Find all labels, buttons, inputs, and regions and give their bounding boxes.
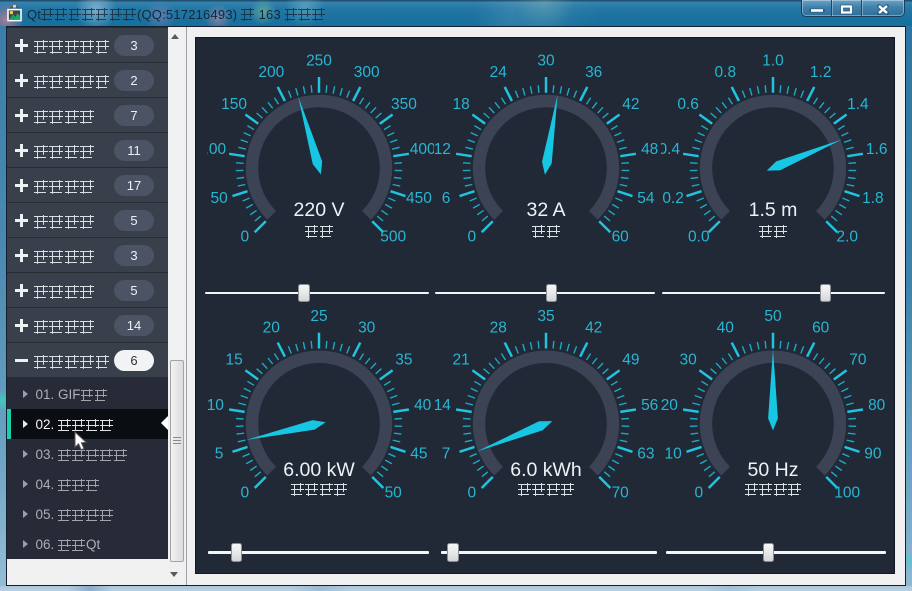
svg-text:40: 40 [414,397,432,414]
svg-text:5: 5 [215,446,224,463]
svg-text:10: 10 [664,446,682,463]
svg-text:48: 48 [641,141,658,158]
svg-text:30: 30 [358,320,376,337]
svg-text:6.0 kWh: 6.0 kWh [510,459,582,481]
svg-text:90: 90 [864,446,882,463]
svg-text:1.4: 1.4 [847,96,869,113]
svg-text:50: 50 [764,308,782,325]
svg-text:6: 6 [442,190,451,207]
svg-text:25: 25 [310,308,327,325]
svg-text:50: 50 [385,484,403,501]
svg-text:450: 450 [406,190,432,207]
svg-text:2.0: 2.0 [836,229,858,246]
svg-text:.00: .00 [207,141,226,158]
svg-text:400: 400 [410,141,434,158]
svg-text:30: 30 [537,53,555,70]
svg-text:1.8: 1.8 [862,190,884,207]
svg-text:36: 36 [585,64,602,81]
svg-text:0: 0 [240,484,249,501]
svg-text:100: 100 [834,484,860,501]
svg-text:63: 63 [637,446,654,463]
svg-text:35: 35 [395,352,412,369]
svg-text:14: 14 [434,397,451,414]
svg-text:0: 0 [467,484,476,501]
svg-text:0.4: 0.4 [661,141,680,158]
svg-text:15: 15 [225,352,242,369]
svg-text:1.0: 1.0 [762,53,784,70]
svg-text:1.6: 1.6 [866,141,888,158]
svg-text:1.2: 1.2 [810,64,832,81]
svg-text:42: 42 [585,320,602,337]
svg-text:49: 49 [622,352,639,369]
svg-text:30: 30 [679,352,697,369]
svg-text:21: 21 [452,352,469,369]
svg-text:0: 0 [694,484,703,501]
svg-text:220 V: 220 V [294,199,345,221]
svg-text:0.6: 0.6 [677,96,699,113]
svg-text:20: 20 [661,397,678,414]
svg-text:350: 350 [391,96,417,113]
svg-text:0.0: 0.0 [688,229,710,246]
svg-text:0.8: 0.8 [715,64,737,81]
svg-text:250: 250 [306,53,332,70]
svg-text:60: 60 [812,320,830,337]
svg-text:300: 300 [354,64,380,81]
svg-text:24: 24 [490,64,508,81]
svg-text:70: 70 [849,352,867,369]
svg-text:6.00 kW: 6.00 kW [283,459,355,481]
svg-text:54: 54 [637,190,655,207]
svg-text:7: 7 [442,446,451,463]
svg-text:50: 50 [210,190,228,207]
svg-text:18: 18 [452,96,469,113]
svg-text:42: 42 [622,96,639,113]
svg-text:50 Hz: 50 Hz [748,459,799,481]
svg-text:70: 70 [612,484,630,501]
svg-text:150: 150 [221,96,247,113]
svg-text:0.2: 0.2 [662,190,684,207]
svg-text:35: 35 [537,308,554,325]
svg-text:20: 20 [263,320,281,337]
svg-text:10: 10 [207,397,224,414]
svg-text:0: 0 [240,229,249,246]
svg-text:45: 45 [410,446,427,463]
svg-text:12: 12 [434,141,451,158]
svg-text:200: 200 [258,64,284,81]
svg-text:500: 500 [380,229,406,246]
svg-text:40: 40 [717,320,735,337]
svg-text:32 A: 32 A [526,199,565,221]
svg-text:1.5 m: 1.5 m [749,199,798,221]
svg-text:28: 28 [490,320,507,337]
svg-text:56: 56 [641,397,658,414]
svg-text:0: 0 [467,229,476,246]
svg-text:60: 60 [612,229,630,246]
svg-text:80: 80 [868,397,886,414]
